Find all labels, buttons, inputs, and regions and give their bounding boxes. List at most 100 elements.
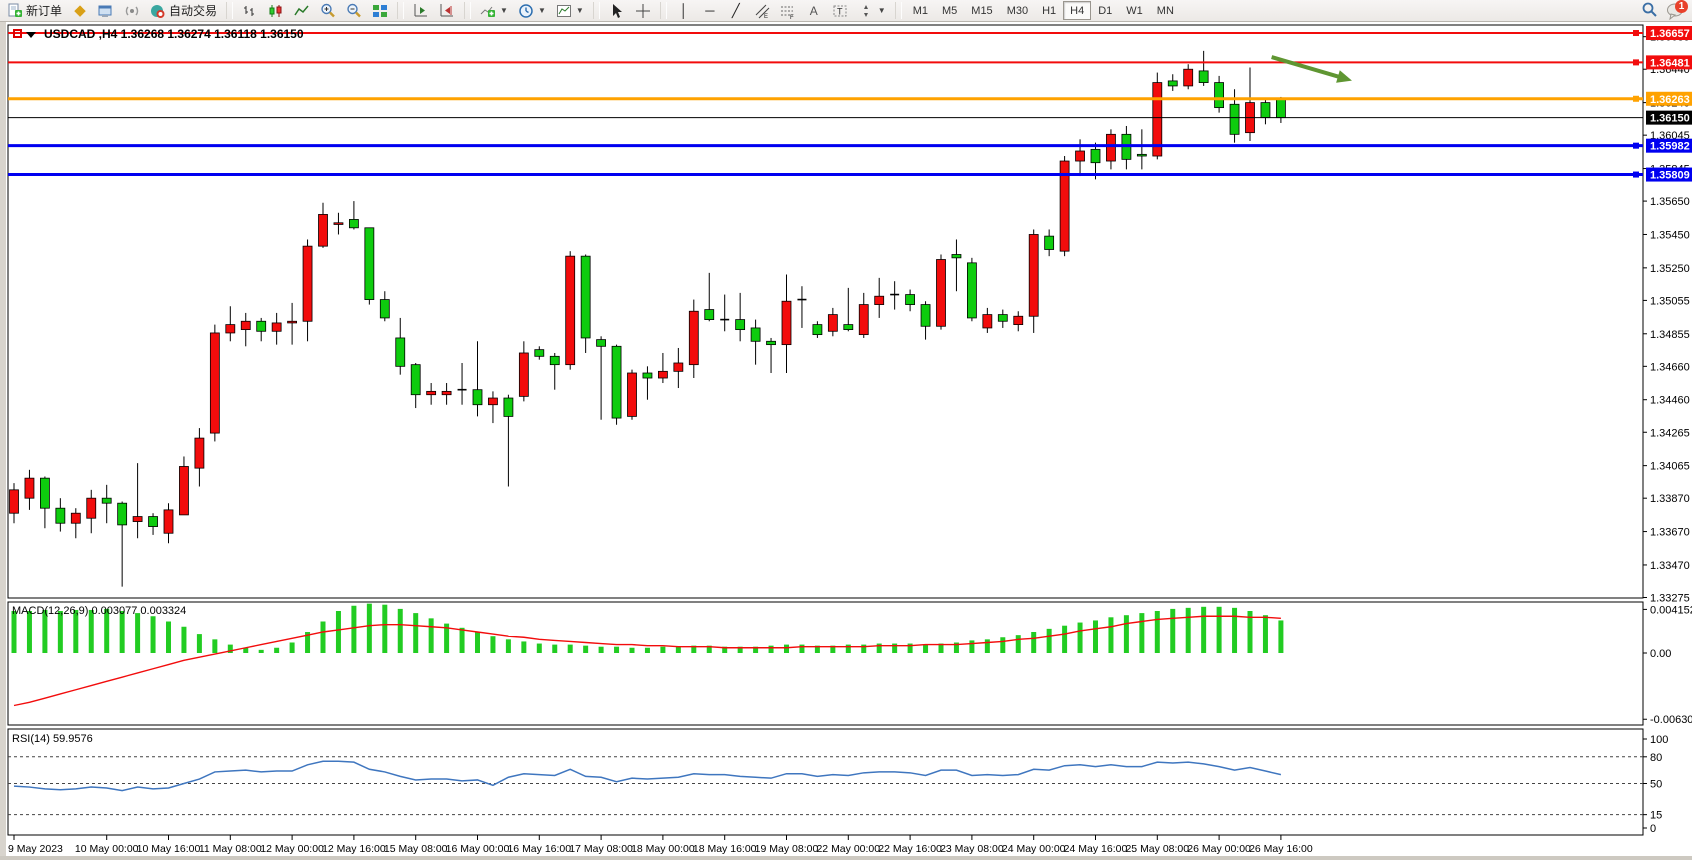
macd-bar — [367, 604, 372, 653]
zoom-out-button[interactable] — [341, 1, 367, 21]
line-chart-icon — [294, 3, 310, 19]
text-button[interactable]: A — [801, 1, 827, 21]
macd-bar — [58, 611, 63, 653]
macd-bar — [429, 618, 434, 653]
horizontal-line-button[interactable]: ─ — [697, 1, 723, 21]
macd-bar — [321, 622, 326, 654]
candle-up — [674, 363, 683, 371]
vertical-line-button[interactable]: │ — [671, 1, 697, 21]
tile-windows-button[interactable] — [367, 1, 393, 21]
toolbar-separator — [397, 2, 404, 19]
candle-up — [10, 490, 19, 513]
candle-down — [844, 325, 853, 330]
macd-bar — [1062, 626, 1067, 653]
hline-handle[interactable] — [1633, 96, 1639, 102]
candle-down — [56, 508, 65, 523]
time-tick-label: 24 May 16:00 — [1064, 843, 1128, 855]
templates-button[interactable]: ▼ — [551, 1, 589, 21]
price-badge-label: 1.36150 — [1650, 113, 1690, 125]
zoom-in-button[interactable] — [315, 1, 341, 21]
new-order-label: 新订单 — [26, 2, 62, 19]
hline-handle[interactable] — [1633, 143, 1639, 149]
candle-up — [25, 478, 34, 498]
macd-bar — [382, 605, 387, 653]
timeframe-M5[interactable]: M5 — [935, 1, 964, 20]
time-axis[interactable]: 9 May 202310 May 00:0010 May 16:0011 May… — [8, 835, 1313, 855]
macd-bar — [568, 645, 573, 653]
axis-tick-label: 1.34065 — [1650, 461, 1690, 473]
chevron-down-icon: ▼ — [878, 6, 886, 15]
hline-handle[interactable] — [1633, 172, 1639, 178]
svg-text:F: F — [790, 15, 794, 19]
time-tick-label: 9 May 2023 — [8, 843, 63, 855]
new-order-button[interactable]: 新订单 — [2, 1, 67, 21]
auto-trading-button[interactable]: 自动交易 — [145, 1, 222, 21]
new-order-icon — [7, 3, 23, 19]
label-button[interactable]: T — [827, 1, 853, 21]
cursor-button[interactable] — [604, 1, 630, 21]
chat-icon[interactable]: 1 — [1666, 2, 1686, 20]
axis-tick-label: 1.34855 — [1650, 329, 1690, 341]
candle-down — [612, 346, 621, 418]
timeframe-W1[interactable]: W1 — [1119, 1, 1150, 20]
gold-button[interactable]: ◆ — [67, 1, 93, 21]
autoscroll-button[interactable] — [408, 1, 434, 21]
hline-handle[interactable] — [1633, 30, 1639, 36]
candle-up — [658, 371, 667, 378]
chart-canvas[interactable]: USDCAD ,H4 1.36268 1.36274 1.36118 1.361… — [6, 22, 1692, 856]
timeframe-H4[interactable]: H4 — [1063, 1, 1091, 20]
macd-pane — [8, 602, 1643, 725]
timeframe-H1[interactable]: H1 — [1035, 1, 1063, 20]
candle-down — [813, 325, 822, 335]
axis-tick-label: 1.33870 — [1650, 493, 1690, 505]
price-badge-label: 1.36481 — [1650, 57, 1690, 69]
candle-down — [921, 305, 930, 327]
arrows-button[interactable]: ▼ — [853, 1, 891, 21]
candle-down — [1276, 98, 1285, 118]
price-axis[interactable]: 1.366351.364401.362401.360451.358451.356… — [1643, 26, 1692, 835]
timeframe-M1[interactable]: M1 — [906, 1, 935, 20]
svg-text:T: T — [837, 6, 843, 16]
timeframe-D1[interactable]: D1 — [1091, 1, 1119, 20]
search-icon[interactable] — [1641, 1, 1658, 21]
timeframe-MN[interactable]: MN — [1150, 1, 1181, 20]
toolbar-separator — [593, 2, 600, 19]
trendline-button[interactable]: ╱ — [723, 1, 749, 21]
macd-bar — [166, 622, 171, 654]
bar-chart-button[interactable] — [237, 1, 263, 21]
templates-icon — [556, 3, 572, 19]
fibonacci-button[interactable]: F — [775, 1, 801, 21]
candle-down — [411, 365, 420, 395]
signals-button[interactable] — [119, 1, 145, 21]
candle-down — [1137, 154, 1146, 156]
candle-up — [319, 214, 328, 246]
gold-icon: ◆ — [72, 3, 88, 19]
line-chart-button[interactable] — [289, 1, 315, 21]
periods-button[interactable]: ▼ — [513, 1, 551, 21]
candle-down — [751, 328, 760, 341]
macd-bar — [1232, 608, 1237, 653]
candlestick-button[interactable] — [263, 1, 289, 21]
crosshair-button[interactable] — [630, 1, 656, 21]
toolbar-separator — [895, 2, 902, 19]
chart-shift-button[interactable] — [434, 1, 460, 21]
arrows-icon — [858, 3, 874, 19]
timeframe-M15[interactable]: M15 — [964, 1, 999, 20]
time-tick-label: 10 May 00:00 — [75, 843, 139, 855]
toolbar: 新订单 ◆ 自动交易 — [0, 0, 1692, 22]
candle-up — [1106, 134, 1115, 161]
metaeditor-button[interactable] — [93, 1, 119, 21]
axis-tick-label: 1.35055 — [1650, 295, 1690, 307]
indicators-button[interactable]: ▼ — [475, 1, 513, 21]
axis-tick-label: 0.00 — [1650, 648, 1671, 660]
macd-bar — [1201, 607, 1206, 653]
time-tick-label: 11 May 08:00 — [199, 843, 262, 855]
time-tick-label: 23 May 08:00 — [940, 843, 1004, 855]
timeframe-M30[interactable]: M30 — [1000, 1, 1035, 20]
macd-bar — [259, 650, 264, 653]
axis-tick-label: 1.33470 — [1650, 560, 1690, 572]
candle-up — [859, 305, 868, 335]
hline-handle[interactable] — [1633, 59, 1639, 65]
candle-up — [782, 301, 791, 344]
channel-button[interactable]: E — [749, 1, 775, 21]
